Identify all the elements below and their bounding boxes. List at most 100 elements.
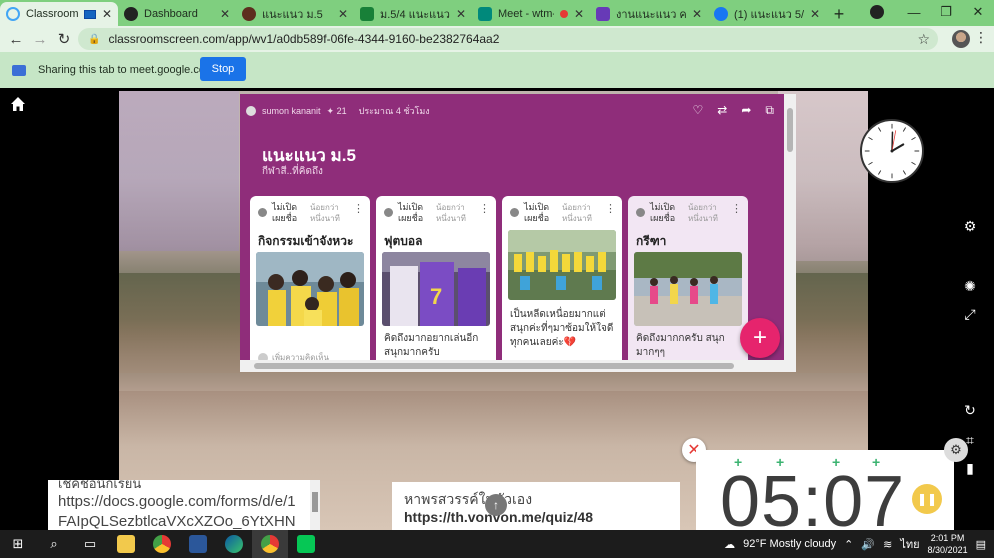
text-scrollbar[interactable]	[310, 480, 320, 530]
fullscreen-icon[interactable]: ⤢	[962, 306, 978, 322]
close-window-icon[interactable]: ✕	[962, 4, 994, 20]
file-explorer-icon[interactable]	[108, 530, 144, 558]
paint-roller-icon[interactable]: ▮	[962, 460, 978, 476]
new-tab-button[interactable]: +	[826, 2, 852, 26]
tab-forms[interactable]: งานแนะแนว ครั้งที่ 7 ✕	[590, 2, 708, 26]
search-icon[interactable]: ⌕	[36, 530, 72, 558]
tab-classroomscreen[interactable]: Classroomsc ✕	[0, 2, 118, 26]
card-photo-football[interactable]: 7	[382, 252, 490, 326]
padlet-embed[interactable]: sumon kananit ✦ 21 ประมาณ 4 ชั่วโมง ♡ ⇄ …	[240, 94, 796, 372]
weather-text[interactable]: 92°F Mostly cloudy	[743, 538, 836, 550]
system-tray: ☁ 92°F Mostly cloudy ⌃ 🔊 ≋ ไทย 2:01 PM 8…	[724, 530, 994, 558]
card-time: น้อยกว่า หนึ่งนาที	[310, 203, 340, 223]
weather-cloud-icon: ☁	[724, 538, 736, 551]
edge-icon[interactable]	[216, 530, 252, 558]
padlet-card[interactable]: ไม่เปิด เผยชื่อ น้อยกว่า หนึ่งนาที ⋮ ฟุต…	[376, 196, 496, 372]
close-tab-icon[interactable]: ✕	[810, 7, 820, 21]
taskbar-clock[interactable]: 2:01 PM 8/30/2021	[928, 532, 968, 556]
pause-icon[interactable]: ❚❚	[912, 484, 942, 514]
padlet-vertical-scrollbar[interactable]	[784, 94, 796, 360]
bookmark-star-icon[interactable]: ☆	[917, 31, 930, 48]
card-photo-athletics[interactable]	[634, 252, 742, 326]
stop-sharing-button[interactable]: Stop	[200, 57, 246, 81]
card-photo-dancers[interactable]	[256, 252, 364, 326]
padlet-card[interactable]: ไม่เปิด เผยชื่อ น้อยกว่า หนึ่งนาที ⋮ กิจ…	[250, 196, 370, 372]
share-icon[interactable]: ➦	[741, 103, 751, 118]
word-icon[interactable]	[180, 530, 216, 558]
profile-avatar[interactable]	[952, 30, 970, 48]
wifi-icon[interactable]: ≋	[883, 538, 892, 551]
address-bar[interactable]: 🔒 classroomscreen.com/app/wv1/a0db589f-0…	[78, 28, 938, 50]
padlet-horizontal-scrollbar[interactable]	[240, 360, 796, 372]
widget-settings-icon[interactable]: ⚙	[944, 438, 968, 462]
text-widget-quiz[interactable]: หาพรสวรรค์ในตัวเอง https://th.vonvon.me/…	[392, 482, 680, 530]
card-header: ไม่เปิด เผยชื่อ น้อยกว่า หนึ่งนาที ⋮	[382, 202, 490, 226]
chrome-profile-icon[interactable]	[870, 5, 884, 19]
task-view-icon[interactable]: ▭	[72, 530, 108, 558]
tab-meet[interactable]: Meet - wtm- ✕	[472, 2, 590, 26]
background-building-left	[119, 91, 239, 251]
open-external-icon[interactable]: ⧉	[765, 103, 774, 118]
kebab-menu-icon[interactable]: ⋮	[974, 29, 988, 46]
timer-display: 05:07	[720, 462, 906, 530]
card-body: คิดถึงมากอยากเล่นอีก สนุกมากครับ	[384, 333, 479, 358]
notification-icon[interactable]: ▤	[976, 538, 986, 551]
line-app-icon[interactable]	[288, 530, 324, 558]
heart-icon[interactable]: ♡	[693, 103, 704, 118]
card-title: กรีฑา	[636, 234, 667, 248]
back-arrow-icon[interactable]: ←	[4, 31, 28, 48]
close-tab-icon[interactable]: ✕	[574, 7, 584, 21]
tab-facebook[interactable]: (1) แนะแนว 5/4 นาย ✕	[708, 2, 826, 26]
meet-favicon-icon	[478, 7, 492, 21]
card-time: น้อยกว่า หนึ่งนาที	[688, 203, 718, 223]
timer-widget[interactable]: + + + + 05:07 ❚❚	[696, 450, 954, 530]
add-post-button[interactable]: +	[740, 318, 780, 358]
move-widget-icon[interactable]: ↑	[485, 494, 507, 516]
padlet-card[interactable]: ไม่เปิด เผยชื่อ น้อยกว่า หนึ่งนาที ⋮ เป็…	[502, 196, 622, 372]
card-menu-icon[interactable]: ⋮	[479, 202, 490, 215]
volume-icon[interactable]: 🔊	[861, 538, 875, 551]
minimize-icon[interactable]: —	[898, 5, 930, 20]
close-tab-icon[interactable]: ✕	[338, 7, 348, 21]
brightness-icon[interactable]: ✺	[962, 278, 978, 294]
browser-tab-strip: Classroomsc ✕ Dashboard ✕ แนะแนว ม.5 ✕ ม…	[0, 0, 994, 26]
forward-arrow-icon[interactable]: →	[28, 31, 52, 48]
text-widget-checkin[interactable]: เชคชื่อนักเรียน https://docs.google.com/…	[48, 480, 320, 530]
analog-clock[interactable]	[860, 119, 924, 183]
anonymous-user-icon	[258, 208, 267, 217]
tab-padlet[interactable]: แนะแนว ม.5 ✕	[236, 2, 354, 26]
close-tab-icon[interactable]: ✕	[692, 7, 702, 21]
chrome-profile-taskbar-icon[interactable]	[252, 530, 288, 558]
card-menu-icon[interactable]: ⋮	[605, 202, 616, 215]
home-icon[interactable]	[10, 96, 26, 112]
tray-chevron-icon[interactable]: ⌃	[844, 538, 853, 551]
close-tab-icon[interactable]: ✕	[220, 7, 230, 21]
settings-gear-icon[interactable]: ⚙	[962, 218, 978, 234]
tab-title: (1) แนะแนว 5/4 นาย	[734, 9, 804, 21]
card-author: ไม่เปิด เผยชื่อ	[650, 202, 676, 223]
card-header: ไม่เปิด เผยชื่อ น้อยกว่า หนึ่งนาที ⋮	[508, 202, 616, 226]
rotate-icon[interactable]: ↻	[962, 402, 978, 418]
reload-icon[interactable]: ↻	[52, 30, 76, 48]
close-tab-icon[interactable]: ✕	[456, 7, 466, 21]
scroll-thumb[interactable]	[254, 363, 734, 369]
card-menu-icon[interactable]: ⋮	[353, 202, 364, 215]
remake-icon[interactable]: ⇄	[717, 103, 727, 118]
padlet-card[interactable]: ไม่เปิด เผยชื่อ น้อยกว่า หนึ่งนาที ⋮ กรี…	[628, 196, 748, 372]
chrome-icon[interactable]	[144, 530, 180, 558]
sharing-indicator-icon	[83, 9, 96, 19]
tab-dashboard[interactable]: Dashboard ✕	[118, 2, 236, 26]
screen-share-icon	[12, 64, 26, 76]
tab-classroom[interactable]: ม.5/4 แนะแนว ✕	[354, 2, 472, 26]
scroll-thumb[interactable]	[312, 492, 318, 512]
card-menu-icon[interactable]: ⋮	[731, 202, 742, 215]
input-language[interactable]: ไทย	[900, 535, 919, 553]
restore-icon[interactable]: ❐	[930, 4, 962, 20]
card-photo-cheerleaders[interactable]	[508, 230, 616, 300]
text-line: เชคชื่อนักเรียน	[58, 480, 142, 491]
recording-dot-icon	[559, 10, 568, 18]
card-title: ฟุตบอล	[384, 234, 423, 248]
scroll-thumb[interactable]	[787, 108, 793, 152]
windows-start-icon[interactable]: ⊞	[0, 530, 36, 558]
close-tab-icon[interactable]: ✕	[102, 7, 112, 21]
